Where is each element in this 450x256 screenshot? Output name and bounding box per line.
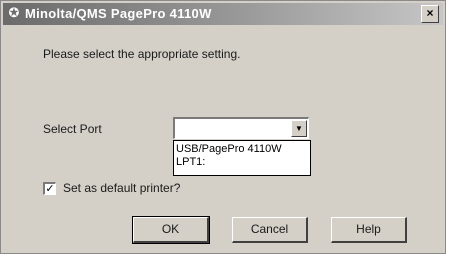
cancel-button[interactable]: Cancel [232,217,308,243]
help-button[interactable]: Help [331,217,407,243]
select-port-label: Select Port [43,122,102,136]
port-options-list: USB/PagePro 4110W LPT1: [173,140,311,176]
ok-button[interactable]: OK [132,216,210,244]
printer-setup-dialog: ✪ Minolta/QMS PagePro 4110W × Please sel… [0,0,446,254]
close-button[interactable]: × [421,5,439,23]
default-printer-label[interactable]: Set as default printer? [63,181,180,195]
default-printer-checkbox[interactable]: ✓ [43,182,56,195]
printer-icon: ✪ [8,5,20,20]
checkmark-icon: ✓ [45,183,55,195]
select-port-dropdown[interactable]: ▼ [173,117,309,139]
window-title: Minolta/QMS PagePro 4110W [25,6,212,21]
port-option-lpt1[interactable]: LPT1: [176,156,308,169]
port-option-usb[interactable]: USB/PagePro 4110W [176,143,308,156]
instructions-text: Please select the appropriate setting. [43,47,241,61]
chevron-down-icon[interactable]: ▼ [291,120,307,137]
title-bar[interactable]: ✪ Minolta/QMS PagePro 4110W × [3,3,443,25]
